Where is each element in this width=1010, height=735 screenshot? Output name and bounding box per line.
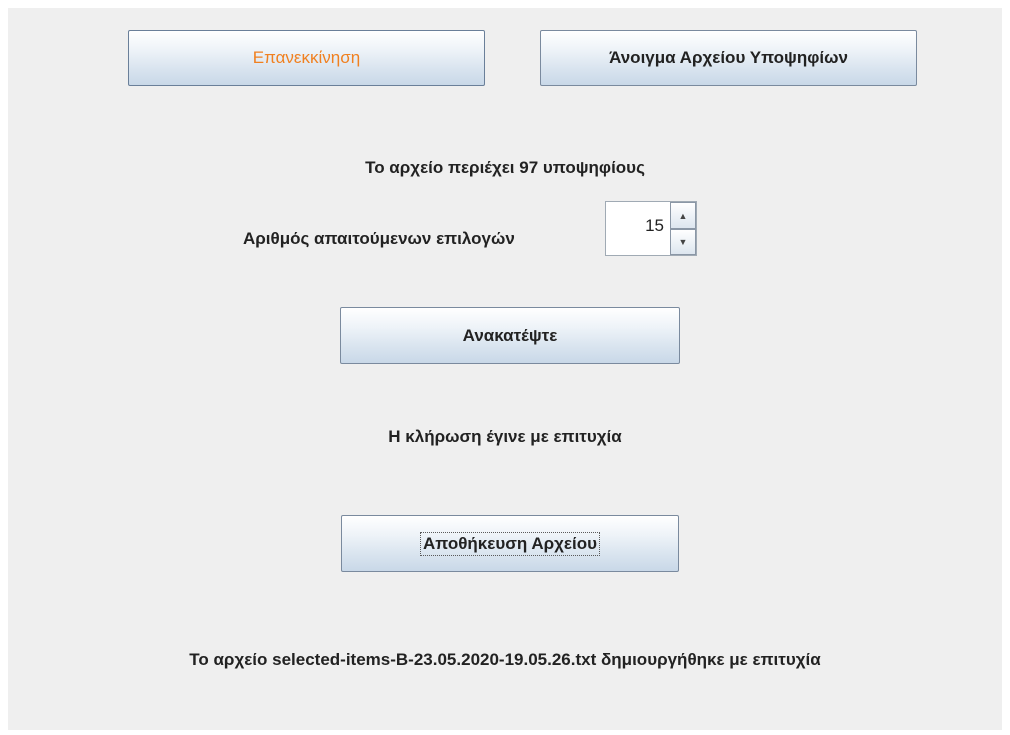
file-candidates-count-text: Το αρχείο περιέχει 97 υποψηφίους — [365, 158, 645, 177]
open-candidates-file-label: Άνοιγμα Αρχείου Υποψηφίων — [609, 48, 848, 67]
restart-button-label: Επανεκκίνηση — [252, 48, 361, 67]
save-file-button-label: Αποθήκευση Αρχείου — [420, 531, 600, 556]
open-candidates-file-button[interactable]: Άνοιγμα Αρχείου Υποψηφίων — [540, 30, 917, 86]
save-file-button[interactable]: Αποθήκευση Αρχείου — [341, 515, 679, 572]
spinner-down-button[interactable]: ▼ — [670, 229, 696, 255]
chevron-up-icon: ▲ — [678, 210, 688, 221]
required-choices-label: Αριθμός απαιτούμενων επιλογών — [243, 229, 515, 248]
shuffle-button-label: Ανακατέψτε — [462, 325, 558, 345]
required-choices-spinner[interactable]: 15 ▲ ▼ — [605, 201, 697, 256]
main-window: Επανεκκίνηση Άνοιγμα Αρχείου Υποψηφίων Τ… — [8, 8, 1002, 730]
draw-status-text: Η κλήρωση έγινε με επιτυχία — [388, 427, 622, 446]
save-status-text: Το αρχείο selected-items-B-23.05.2020-19… — [189, 650, 821, 669]
chevron-down-icon: ▼ — [678, 237, 688, 247]
spinner-up-button[interactable]: ▲ — [670, 202, 696, 229]
required-choices-value[interactable]: 15 — [606, 202, 668, 255]
restart-button[interactable]: Επανεκκίνηση — [128, 30, 485, 86]
shuffle-button[interactable]: Ανακατέψτε — [340, 307, 680, 364]
